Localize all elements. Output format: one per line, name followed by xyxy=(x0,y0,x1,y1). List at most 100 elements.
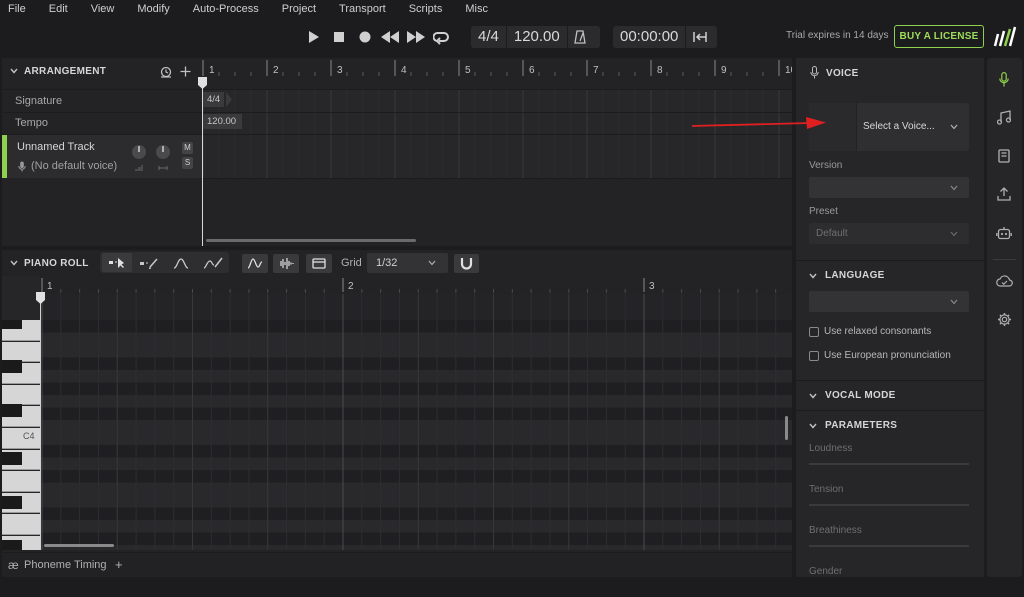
black-key[interactable] xyxy=(2,452,22,465)
menu-project[interactable]: Project xyxy=(282,3,316,15)
arrangement-grid[interactable]: 1 2 3 4 5 6 7 8 9 10 xyxy=(202,58,792,246)
panel-toggle[interactable] xyxy=(306,254,332,273)
annotation-arrow xyxy=(691,117,826,129)
window-icon xyxy=(312,258,326,269)
menu-modify[interactable]: Modify xyxy=(137,3,169,15)
snap-toggle[interactable] xyxy=(454,254,479,273)
pitch-pen-tool-icon[interactable] xyxy=(203,256,223,270)
timecode[interactable]: 00:00:00 xyxy=(613,26,685,48)
collapse-chevron-icon[interactable] xyxy=(809,272,817,280)
time-signature-display[interactable]: 4/4 xyxy=(471,26,506,48)
phoneme-timing-tab[interactable]: Phoneme Timing xyxy=(24,559,107,571)
cloud-icon[interactable] xyxy=(996,275,1013,287)
voice-selector[interactable]: Select a Voice... xyxy=(809,103,969,151)
upload-icon[interactable] xyxy=(997,187,1011,201)
black-key[interactable] xyxy=(2,496,22,509)
piano-roll-hscrollbar[interactable] xyxy=(44,544,114,547)
signature-marker[interactable]: 4/4 xyxy=(203,92,225,107)
robot-icon[interactable] xyxy=(996,226,1012,240)
menu-transport[interactable]: Transport xyxy=(339,3,386,15)
play-icon[interactable] xyxy=(304,28,322,46)
rewind-icon[interactable] xyxy=(380,28,400,46)
black-key[interactable] xyxy=(2,360,22,373)
menu-auto-process[interactable]: Auto-Process xyxy=(193,3,259,15)
solo-button[interactable]: S xyxy=(182,157,193,169)
preset-value: Default xyxy=(816,228,848,239)
history-icon[interactable] xyxy=(160,66,172,78)
chevron-down-icon xyxy=(950,299,958,305)
european-pronunciation-checkbox[interactable] xyxy=(809,351,819,361)
pitch-curve-icon xyxy=(247,258,263,269)
metronome-icon[interactable] xyxy=(566,26,592,48)
black-key[interactable] xyxy=(2,320,22,329)
track-name[interactable]: Unnamed Track xyxy=(17,141,95,153)
white-key[interactable] xyxy=(2,514,41,535)
mute-button[interactable]: M xyxy=(182,142,193,154)
language-select[interactable] xyxy=(809,291,969,312)
collapse-chevron-icon[interactable] xyxy=(809,422,817,430)
playhead-line xyxy=(202,78,203,246)
collapse-chevron-icon[interactable] xyxy=(10,259,18,267)
pitch-curve-toggle[interactable] xyxy=(242,254,268,273)
select-tool-button[interactable] xyxy=(102,253,132,272)
white-key[interactable] xyxy=(2,471,41,492)
menu-file[interactable]: File xyxy=(8,3,26,15)
menu-view[interactable]: View xyxy=(91,3,115,15)
microphone-icon[interactable] xyxy=(999,72,1009,87)
version-select[interactable] xyxy=(809,177,969,198)
gear-icon[interactable] xyxy=(997,312,1012,327)
stop-icon[interactable] xyxy=(330,28,348,46)
loudness-slider[interactable] xyxy=(809,463,969,465)
pan-knob-icon[interactable] xyxy=(154,143,172,161)
collapse-chevron-icon[interactable] xyxy=(10,67,18,75)
buy-license-button[interactable]: BUY A LICENSE xyxy=(894,25,984,48)
fast-forward-icon[interactable] xyxy=(406,28,426,46)
piano-roll-ruler-label: 1 xyxy=(47,281,53,292)
notebook-icon[interactable] xyxy=(998,149,1010,163)
pitch-tool-icon[interactable] xyxy=(173,257,189,269)
arrangement-ruler-label: 6 xyxy=(529,65,535,76)
arrangement-scrollbar[interactable] xyxy=(206,239,416,242)
add-tab-button[interactable]: + xyxy=(115,557,123,572)
piano-keyboard[interactable] xyxy=(2,320,41,550)
piano-roll-vscrollbar[interactable] xyxy=(785,416,788,440)
preset-select[interactable]: Default xyxy=(809,223,969,244)
waveform-toggle[interactable] xyxy=(273,254,299,273)
collapse-chevron-icon[interactable] xyxy=(809,392,817,400)
black-key[interactable] xyxy=(2,540,22,550)
pen-tool-icon[interactable] xyxy=(139,257,159,269)
menu-misc[interactable]: Misc xyxy=(465,3,488,15)
track-header[interactable]: Unnamed Track (No default voice) M S xyxy=(2,135,202,178)
vocal-mode-title: VOCAL MODE xyxy=(825,390,896,401)
black-key[interactable] xyxy=(2,404,22,417)
tempo-display[interactable]: 120.00 xyxy=(505,26,567,48)
grid-select[interactable]: 1/32 xyxy=(367,253,448,273)
loop-icon[interactable] xyxy=(432,28,450,46)
menu-scripts[interactable]: Scripts xyxy=(409,3,443,15)
playhead-icon[interactable] xyxy=(198,77,207,89)
microphone-icon xyxy=(18,161,26,172)
select-tool-icon xyxy=(109,258,124,268)
relaxed-consonants-checkbox[interactable] xyxy=(809,327,819,337)
music-note-icon[interactable] xyxy=(997,110,1011,125)
breathiness-slider[interactable] xyxy=(809,545,969,547)
playhead-icon[interactable] xyxy=(36,292,45,304)
tension-slider[interactable] xyxy=(809,504,969,506)
volume-knob-icon[interactable] xyxy=(130,143,148,161)
tempo-marker[interactable]: 120.00 xyxy=(203,114,242,129)
white-key[interactable] xyxy=(2,428,41,449)
chevron-down-icon xyxy=(428,260,436,266)
piano-roll-grid[interactable]: 1 2 3 xyxy=(2,276,792,550)
arrangement-title: ARRANGEMENT xyxy=(24,66,107,77)
arrangement-ruler-label: 8 xyxy=(657,65,663,76)
menu-edit[interactable]: Edit xyxy=(49,3,68,15)
signature-tempo-display: 4/4 120.00 xyxy=(471,26,600,48)
record-icon[interactable] xyxy=(356,28,374,46)
magnet-icon xyxy=(460,258,473,270)
snap-to-start-icon[interactable] xyxy=(685,26,714,48)
timecode-display: 00:00:00 xyxy=(613,26,717,48)
add-track-icon[interactable] xyxy=(180,66,191,77)
voice-title: VOICE xyxy=(826,68,859,79)
arrangement-ruler-label: 1 xyxy=(209,65,215,76)
white-key[interactable] xyxy=(2,384,41,406)
